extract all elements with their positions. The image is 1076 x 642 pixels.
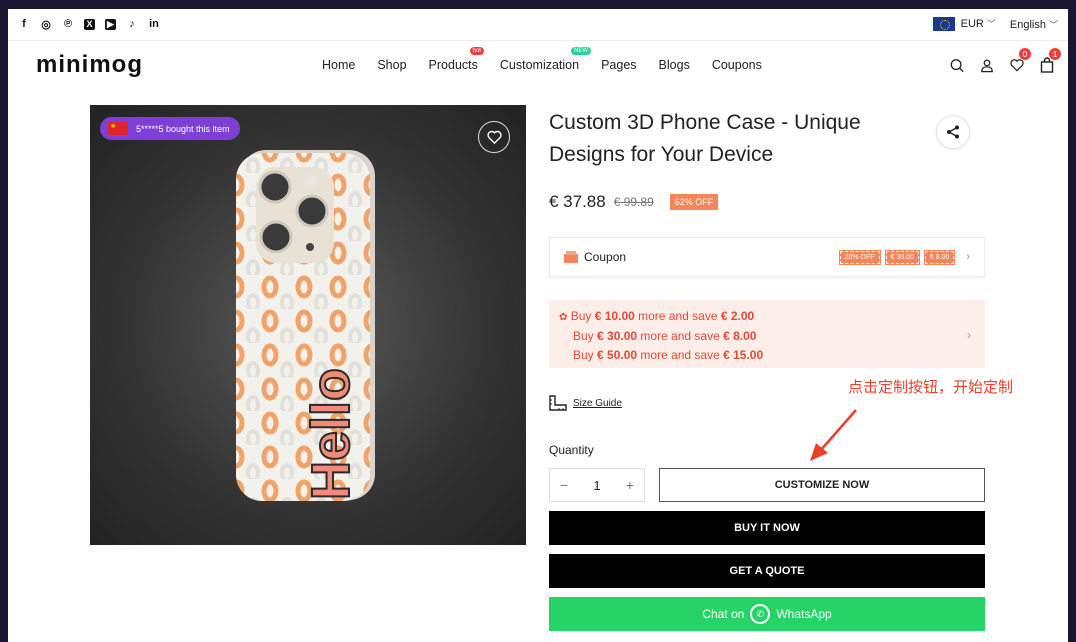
size-guide-link[interactable]: Size Guide [549, 395, 622, 411]
language-label: English [1009, 18, 1046, 31]
cart-icon[interactable]: 1 [1040, 48, 1061, 73]
new-badge: NEW [571, 47, 592, 55]
discount-badge: 62% OFF [669, 194, 719, 210]
coupon-tags: 20% OFF € 30.00 € 8.00 › [838, 249, 970, 265]
nav-label: Shop [377, 58, 407, 72]
coupon-tag: € 8.00 [923, 249, 956, 265]
promo-row: ✿ Buy € 10.00 more and save € 2.00 [559, 309, 755, 323]
eu-flag-icon [932, 17, 955, 32]
quantity-stepper: − 1 + [549, 468, 645, 502]
site-logo[interactable]: minimog [36, 51, 143, 79]
ruler-icon [549, 395, 567, 411]
header-icons: 0 1 [950, 48, 1061, 73]
chevron-down-icon: ﹀ [1048, 19, 1058, 30]
quantity-value[interactable]: 1 [593, 478, 600, 493]
instagram-icon[interactable]: ◎ [40, 17, 52, 31]
coupon-icon [564, 251, 578, 263]
wishlist-icon[interactable]: 0 [1010, 48, 1031, 73]
coupon-row[interactable]: Coupon 20% OFF € 30.00 € 8.00 › [549, 237, 985, 277]
price-block: € 37.88 € 99.89 62% OFF [549, 192, 719, 212]
nav-item-coupons[interactable]: Coupons [712, 58, 762, 72]
nav-label: Products [428, 58, 478, 72]
hot-badge: hot [469, 47, 484, 55]
nav-label: Customization [499, 58, 580, 72]
currency-selector[interactable]: EUR ﹀ [932, 17, 996, 32]
main-nav: Home Shop Products hot Customization NEW P… [322, 47, 762, 72]
nav-label: Blogs [658, 58, 690, 72]
nav-item-customization[interactable]: Customization NEW [499, 47, 592, 72]
coupon-label: Coupon [584, 250, 627, 264]
chat-label: Chat on [702, 607, 745, 621]
coupon-tag: 20% OFF [838, 249, 881, 265]
whatsapp-label: WhatsApp [776, 607, 832, 621]
nav-item-blogs[interactable]: Blogs [659, 58, 690, 72]
product-title: Custom 3D Phone Case - Unique Designs fo… [549, 111, 861, 166]
wishlist-count: 0 [1019, 48, 1031, 60]
tiktok-icon[interactable]: ♪ [126, 17, 138, 31]
promo-row: Buy € 50.00 more and save € 15.00 [573, 348, 764, 362]
account-icon[interactable] [980, 57, 994, 73]
whatsapp-chat-button[interactable]: Chat on ✆ WhatsApp [549, 597, 985, 631]
nav-label: Pages [601, 58, 637, 72]
size-guide-label: Size Guide [573, 397, 622, 409]
add-to-wishlist-button[interactable] [478, 121, 510, 153]
nav-item-shop[interactable]: Shop [377, 58, 406, 72]
search-icon[interactable] [950, 57, 964, 73]
nav-item-pages[interactable]: Pages [601, 58, 636, 72]
top-bar: f ◎ ℗ X ▶ ♪ in EUR ﹀ English ﹀ [8, 9, 1068, 41]
linkedin-icon[interactable]: in [148, 17, 160, 31]
recent-purchase-badge: 5*****5 bought this item [100, 117, 240, 140]
gear-icon: ✿ [559, 312, 568, 323]
original-price: € 99.89 [613, 195, 654, 209]
get-a-quote-button[interactable]: GET A QUOTE [549, 554, 985, 588]
bought-text: 5*****5 bought this item [136, 123, 230, 134]
x-icon[interactable]: X [84, 18, 95, 30]
chevron-right-icon: › [967, 328, 971, 342]
increment-button[interactable]: + [626, 477, 634, 493]
nav-label: Coupons [711, 58, 762, 72]
nav-item-products[interactable]: Products hot [428, 47, 484, 72]
language-selector[interactable]: English ﹀ [1010, 18, 1058, 31]
heart-icon [486, 130, 502, 144]
nav-label: Home [322, 58, 356, 72]
case-hello-text: Hello [300, 367, 362, 501]
customize-annotation: 点击定制按钮，开始定制 [848, 379, 1014, 396]
share-icon [947, 125, 959, 139]
youtube-icon[interactable]: ▶ [105, 18, 116, 30]
facebook-icon[interactable]: f [18, 17, 30, 31]
whatsapp-icon: ✆ [750, 604, 771, 624]
volume-discount-box[interactable]: ✿ Buy € 10.00 more and save € 2.00 Buy €… [549, 300, 985, 368]
customize-now-button[interactable]: CUSTOMIZE NOW [659, 468, 985, 502]
current-price: € 37.88 [549, 192, 606, 211]
product-image[interactable]: Hello 5*****5 bought this item [90, 105, 526, 545]
share-button[interactable] [936, 115, 970, 149]
buy-it-now-button[interactable]: BUY IT NOW [549, 511, 985, 545]
cart-count: 1 [1049, 48, 1061, 60]
quantity-label: Quantity [549, 443, 594, 457]
social-links: f ◎ ℗ X ▶ ♪ in [18, 17, 160, 31]
chevron-down-icon: ﹀ [986, 19, 996, 29]
locale-selectors: EUR ﹀ English ﹀ [932, 17, 1058, 32]
annotation-arrow-icon [810, 409, 857, 461]
nav-item-home[interactable]: Home [322, 58, 355, 72]
currency-label: EUR [960, 18, 984, 30]
coupon-tag: € 30.00 [884, 249, 920, 265]
china-flag-icon [108, 122, 128, 135]
chevron-right-icon: › [966, 251, 970, 263]
decrement-button[interactable]: − [560, 477, 568, 493]
promo-row: Buy € 30.00 more and save € 8.00 [573, 329, 757, 343]
page-frame: f ◎ ℗ X ▶ ♪ in EUR ﹀ English ﹀ minimog Hom… [8, 9, 1068, 642]
pinterest-icon[interactable]: ℗ [62, 17, 74, 31]
